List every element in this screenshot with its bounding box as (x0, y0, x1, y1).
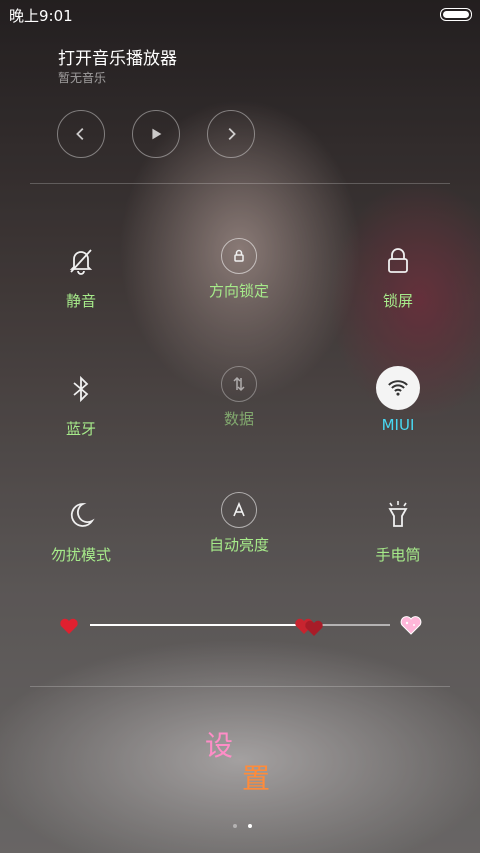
toggle-label: 蓝牙 (65, 420, 96, 438)
battery-icon (440, 8, 472, 21)
page-dot-current (248, 824, 253, 828)
sparkle-heart-icon (398, 614, 424, 640)
music-player-title[interactable]: 打开音乐播放器 (58, 44, 177, 69)
settings-char-1[interactable]: 设 (205, 724, 233, 764)
play-button[interactable] (132, 110, 180, 158)
next-icon (228, 127, 236, 141)
brightness-fill (90, 624, 309, 626)
data-icon (221, 366, 257, 402)
toggle-auto-brightness[interactable]: 自动亮度 (184, 492, 294, 555)
status-bar: 晚上9:01 (0, 0, 480, 28)
toggle-wifi[interactable]: MIUI (343, 366, 453, 434)
toggle-mute[interactable]: 静音 (26, 238, 136, 311)
play-icon (152, 128, 162, 140)
music-status: 暂无音乐 (58, 71, 107, 85)
toggle-label: 手电筒 (375, 546, 421, 564)
flashlight-icon (375, 492, 421, 538)
toggle-label: 锁屏 (382, 292, 413, 310)
auto-brightness-icon (221, 492, 257, 528)
toggle-label: 数据 (223, 410, 254, 428)
lock-icon (375, 238, 421, 284)
toggle-label: MIUI (381, 416, 415, 434)
divider (30, 183, 450, 184)
rotation-lock-icon (221, 238, 257, 274)
toggle-bluetooth[interactable]: 蓝牙 (26, 366, 136, 439)
bluetooth-icon (58, 366, 104, 412)
toggle-label: 方向锁定 (208, 282, 269, 300)
toggle-flashlight[interactable]: 手电筒 (343, 492, 453, 565)
toggle-dnd[interactable]: 勿扰模式 (26, 492, 136, 565)
settings-char-2[interactable]: 置 (242, 757, 270, 797)
toggle-rotation-lock[interactable]: 方向锁定 (184, 238, 294, 301)
previous-button[interactable] (57, 110, 105, 158)
toggle-lock-screen[interactable]: 锁屏 (343, 238, 453, 311)
page-dot (233, 824, 237, 828)
brightness-slider[interactable] (90, 624, 390, 626)
toggle-label: 勿扰模式 (50, 546, 111, 564)
next-button[interactable] (207, 110, 255, 158)
moon-icon (58, 492, 104, 538)
bell-off-icon (58, 238, 104, 284)
divider (30, 686, 450, 687)
heart-icon (58, 616, 80, 640)
previous-icon (76, 127, 84, 141)
toggle-label: 自动亮度 (208, 536, 269, 554)
clock: 晚上9:01 (9, 7, 73, 25)
toggle-label: 静音 (65, 292, 96, 310)
page-indicator (230, 813, 255, 832)
toggle-data[interactable]: 数据 (184, 366, 294, 429)
brightness-thumb[interactable] (292, 612, 326, 642)
wifi-icon (376, 366, 420, 410)
